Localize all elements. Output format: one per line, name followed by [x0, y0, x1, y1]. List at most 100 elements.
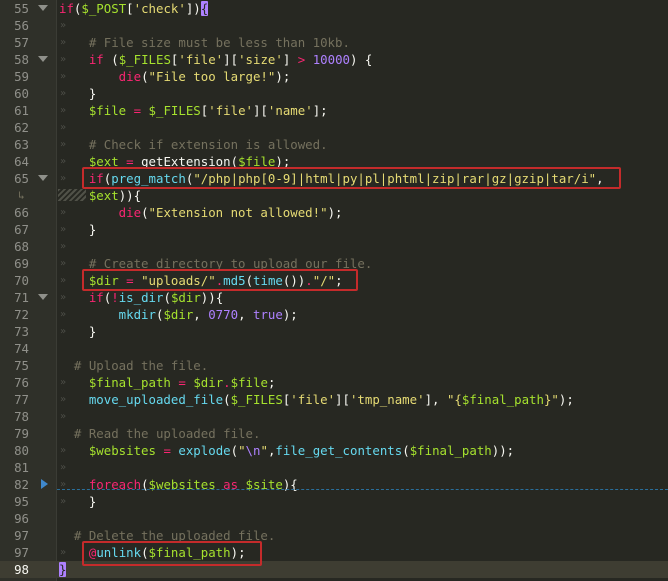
code-token: unlink: [96, 545, 142, 560]
line-number: 64: [14, 154, 29, 169]
bookmark-arrow-icon[interactable]: [41, 479, 48, 489]
code-token: "/": [312, 273, 336, 288]
code-token: 'file': [290, 392, 336, 407]
code-token: (: [245, 273, 254, 288]
code-line[interactable]: 56 »: [0, 17, 668, 34]
code-line[interactable]: 79 # Read the uploaded file.: [0, 425, 668, 442]
code-token: (: [141, 205, 149, 220]
code-line[interactable]: 64» $ext = getExtension($file);: [0, 153, 668, 170]
code-line[interactable]: 67» }: [0, 221, 668, 238]
line-number: 75: [14, 358, 29, 373]
code-line[interactable]: 98}: [0, 561, 668, 578]
line-number: 74: [14, 341, 29, 356]
line-number: 66: [14, 205, 29, 220]
line-number: 76: [14, 375, 29, 390]
code-token: }: [59, 562, 67, 577]
line-number: 56: [14, 18, 29, 33]
code-line[interactable]: 55 if($_POST['check']){: [0, 0, 668, 17]
code-line[interactable]: 82» foreach($websites as $site){: [0, 476, 668, 493]
code-token: =: [126, 154, 134, 169]
code-line[interactable]: 76» $final_path = $dir.$file;: [0, 374, 668, 391]
code-line[interactable]: 62 »: [0, 119, 668, 136]
whitespace-marker-icon: »: [60, 462, 67, 473]
code-token: time: [253, 273, 283, 288]
whitespace-marker-icon: »: [60, 20, 67, 31]
code-token: );: [558, 392, 574, 407]
code-line[interactable]: 57» # File size must be less than 10kb.: [0, 34, 668, 51]
code-token: (: [230, 443, 239, 458]
code-token: =: [163, 443, 171, 458]
code-line[interactable]: 60» }: [0, 85, 668, 102]
code-token: $_FILES: [230, 392, 283, 407]
code-token: (: [103, 52, 119, 67]
code-editor[interactable]: 55 if($_POST['check']){56 » 57» # File size…: [0, 0, 668, 581]
code-token: {: [200, 1, 209, 16]
code-line[interactable]: 96: [0, 510, 668, 527]
line-number: 67: [14, 222, 29, 237]
code-token: ) {: [350, 52, 373, 67]
code-token: if: [59, 290, 104, 305]
code-text: $ext = getExtension($file);: [59, 153, 290, 170]
code-token: $_POST: [81, 1, 127, 16]
code-line[interactable]: 59» die("File too large!");: [0, 68, 668, 85]
code-line[interactable]: 73» }: [0, 323, 668, 340]
line-number: 78: [14, 409, 29, 424]
code-token: getExtension(: [133, 154, 239, 169]
code-line[interactable]: 75 # Upload the file.: [0, 357, 668, 374]
code-token: =: [178, 375, 186, 390]
code-token: (: [223, 392, 231, 407]
code-line[interactable]: 77» move_uploaded_file($_FILES['file']['…: [0, 391, 668, 408]
line-number: 57: [14, 35, 29, 50]
code-line[interactable]: 68 »: [0, 238, 668, 255]
code-line[interactable]: 81 »: [0, 459, 668, 476]
line-number: 62: [14, 120, 29, 135]
code-line[interactable]: 95» }: [0, 493, 668, 510]
code-token: "uploads/": [141, 273, 216, 288]
code-line[interactable]: 72» mkdir($dir, 0770, true);: [0, 306, 668, 323]
code-line[interactable]: 70» $dir = "uploads/".md5(time())."/";: [0, 272, 668, 289]
code-text: $file = $_FILES['file']['name'];: [59, 102, 328, 119]
line-number: 97: [14, 545, 29, 560]
code-line[interactable]: 61» $file = $_FILES['file']['name'];: [0, 102, 668, 119]
whitespace-marker-icon: »: [60, 122, 67, 133]
line-number: 73: [14, 324, 29, 339]
code-token: ;: [335, 273, 343, 288]
code-token: }: [59, 222, 97, 237]
code-token: $_FILES: [148, 103, 201, 118]
code-line[interactable]: 74: [0, 340, 668, 357]
fold-arrow-icon[interactable]: [38, 5, 48, 11]
code-token: $final_path: [461, 392, 544, 407]
code-token: [: [126, 1, 134, 16]
code-token: @: [59, 545, 97, 560]
code-token: move_uploaded_file: [59, 392, 224, 407]
code-line[interactable]: 78 »: [0, 408, 668, 425]
code-token: md5: [223, 273, 246, 288]
code-line[interactable]: 71» if(!is_dir($dir)){: [0, 289, 668, 306]
code-line[interactable]: 97 # Delete the uploaded file.: [0, 527, 668, 544]
fold-arrow-icon[interactable]: [38, 294, 48, 300]
code-line[interactable]: 58» if ($_FILES['file']['size'] > 10000)…: [0, 51, 668, 68]
code-token: $final_path: [59, 375, 171, 390]
code-token: ]): [185, 1, 201, 16]
code-token: ()): [282, 273, 306, 288]
code-line[interactable]: 65» if(preg_match("/php|php[0-9]|html|py…: [0, 170, 668, 187]
code-token: die: [59, 205, 142, 220]
line-number: 98: [14, 562, 29, 577]
code-text: $dir = "uploads/".md5(time())."/";: [59, 272, 343, 289]
code-line[interactable]: 66» die("Extension not allowed!");: [0, 204, 668, 221]
folded-region-marker[interactable]: [57, 489, 668, 490]
line-number: 65: [14, 171, 29, 186]
code-token: 10000: [312, 52, 350, 67]
code-line[interactable]: 80» $websites = explode("\n",file_get_co…: [0, 442, 668, 459]
code-line[interactable]: 97» @unlink($final_path);: [0, 544, 668, 561]
code-line[interactable]: ↳ $ext)){: [0, 187, 668, 204]
code-token: ;: [267, 375, 276, 390]
code-line[interactable]: 63» # Check if extension is allowed.: [0, 136, 668, 153]
code-token: ]: [282, 52, 298, 67]
code-line[interactable]: 69» # Create directory to upload our fil…: [0, 255, 668, 272]
fold-arrow-icon[interactable]: [38, 56, 48, 62]
fold-arrow-icon[interactable]: [38, 175, 48, 181]
code-token: die: [59, 69, 142, 84]
